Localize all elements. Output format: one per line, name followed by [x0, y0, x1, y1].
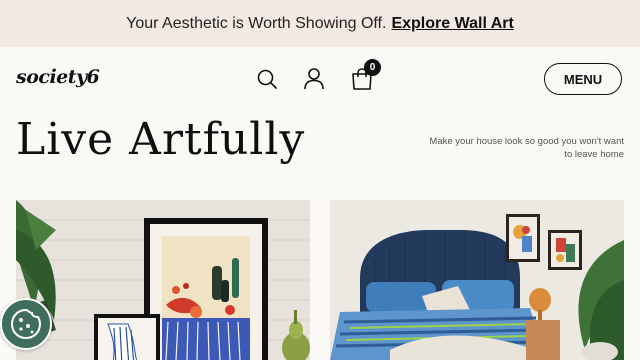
- bedroom-scene-image: [330, 200, 624, 360]
- menu-button[interactable]: MENU: [544, 63, 622, 95]
- cookie-settings-button[interactable]: [0, 298, 52, 350]
- wall-art-scene-image: [16, 200, 310, 360]
- society6-logo[interactable]: society6: [16, 66, 100, 88]
- explore-wall-art-link[interactable]: Explore Wall Art: [391, 15, 513, 33]
- search-icon[interactable]: [256, 68, 278, 90]
- wall-art-scene-card[interactable]: [16, 200, 310, 360]
- promo-text: Your Aesthetic is Worth Showing Off.: [126, 14, 387, 32]
- bedroom-scene-card[interactable]: [330, 200, 624, 360]
- account-icon[interactable]: [303, 67, 325, 91]
- hero-tagline: Make your house look so good you won't w…: [429, 136, 624, 160]
- hero-title: Live Artfully: [16, 114, 306, 165]
- cart-count-badge: 0: [364, 59, 381, 76]
- cookie-icon: [10, 308, 42, 340]
- promo-banner: Your Aesthetic is Worth Showing Off. Exp…: [0, 0, 640, 47]
